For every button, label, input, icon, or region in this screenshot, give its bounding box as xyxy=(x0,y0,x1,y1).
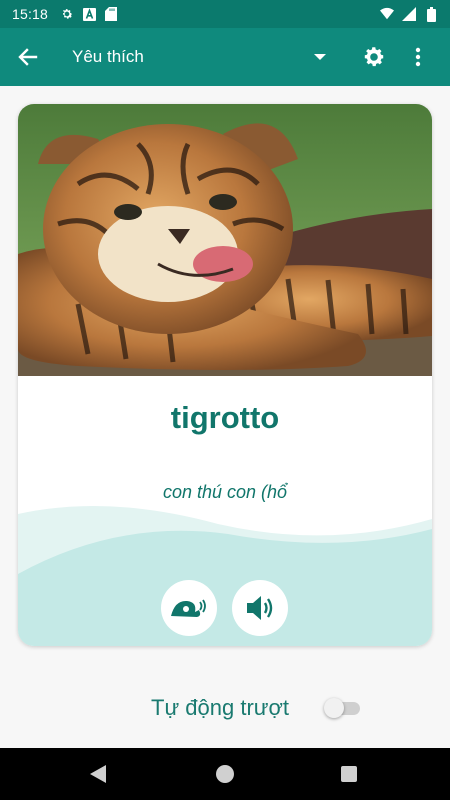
status-bar: 15:18 xyxy=(0,0,450,28)
settings-button[interactable] xyxy=(350,28,398,86)
more-vert-icon xyxy=(415,47,421,67)
slow-audio-snail-icon xyxy=(171,599,206,617)
battery-icon xyxy=(424,6,438,22)
volume-speaker-icon xyxy=(247,596,273,620)
wifi-icon xyxy=(380,7,394,21)
vocab-meaning: con thú con (hổ xyxy=(162,482,288,502)
nav-home-circle-icon[interactable] xyxy=(216,765,234,783)
status-right xyxy=(380,6,438,22)
slow-audio-button[interactable] xyxy=(161,580,217,636)
auto-slide-label: Tự động trượt xyxy=(151,695,290,720)
status-left: 15:18 xyxy=(12,6,118,22)
play-audio-button[interactable] xyxy=(232,580,288,636)
arrow-back-icon xyxy=(18,48,38,66)
back-button[interactable] xyxy=(0,28,56,86)
app-bar: Yêu thích xyxy=(0,28,450,86)
settings-gear-icon xyxy=(60,7,74,21)
toggle-thumb xyxy=(324,698,344,718)
nav-back-triangle-icon[interactable] xyxy=(88,764,110,784)
system-nav-bar xyxy=(0,748,450,800)
vocab-word: tigrotto xyxy=(170,400,280,435)
nav-recents-square-icon[interactable] xyxy=(341,766,357,782)
list-selector-dropdown[interactable]: Yêu thích xyxy=(72,28,332,86)
app-title: Yêu thích xyxy=(72,47,144,66)
card-image xyxy=(18,104,432,376)
auto-slide-toggle[interactable] xyxy=(324,697,362,719)
dropdown-caret-icon xyxy=(314,54,326,60)
sd-card-icon xyxy=(104,7,118,21)
wave-decoration xyxy=(18,506,432,646)
auto-slide-row: Tự động trượt xyxy=(0,688,450,728)
font-a-icon xyxy=(82,7,96,21)
status-time: 15:18 xyxy=(12,6,49,22)
signal-icon xyxy=(402,7,416,21)
flashcard[interactable]: tigrotto con thú con (hổ xyxy=(18,104,432,646)
settings-gear-icon xyxy=(364,47,384,67)
more-options-button[interactable] xyxy=(398,28,438,86)
